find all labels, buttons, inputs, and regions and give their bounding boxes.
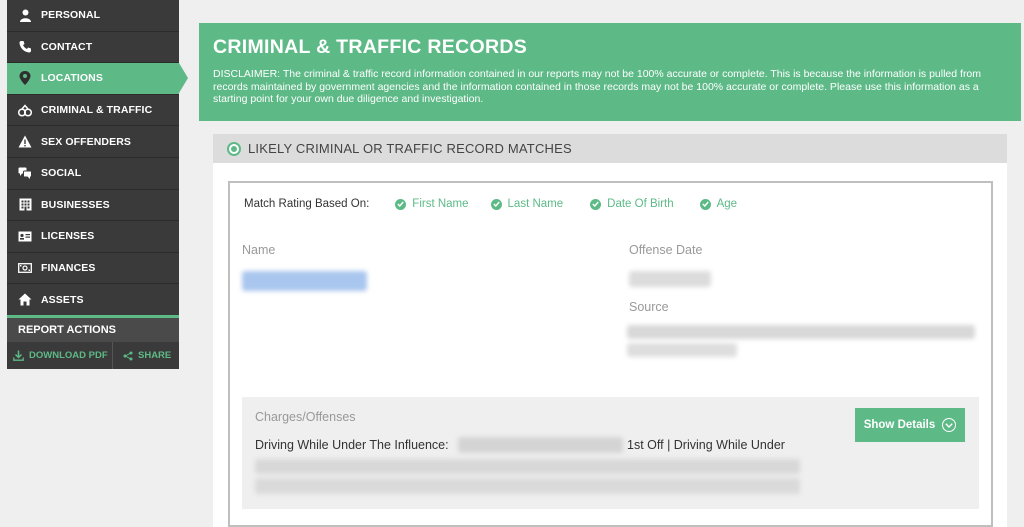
check-icon bbox=[590, 198, 602, 210]
sidebar-item-label: ASSETS bbox=[41, 293, 84, 306]
sidebar: PERSONAL CONTACT LOCATIONS CRIMINAL & TR… bbox=[7, 0, 188, 369]
sidebar-item-personal[interactable]: PERSONAL bbox=[7, 0, 179, 32]
charges-text: Driving While Under The Influence: bbox=[255, 438, 449, 452]
sidebar-item-label: SOCIAL bbox=[41, 167, 82, 180]
sidebar-item-label: SEX OFFENDERS bbox=[41, 135, 131, 148]
charges-label: Charges/Offenses bbox=[255, 410, 356, 424]
criteria-age: Age bbox=[699, 198, 738, 210]
sidebar-item-sex-offenders[interactable]: SEX OFFENDERS bbox=[7, 126, 179, 158]
share-label: SHARE bbox=[138, 350, 172, 361]
sidebar-item-businesses[interactable]: BUSINESSES bbox=[7, 190, 179, 222]
page-title: CRIMINAL & TRAFFIC RECORDS bbox=[213, 36, 528, 58]
offense-date-label: Offense Date bbox=[629, 243, 703, 257]
warning-icon bbox=[18, 135, 32, 149]
match-rating-label: Match Rating Based On: bbox=[244, 198, 370, 210]
chevron-down-icon bbox=[942, 418, 957, 432]
download-icon bbox=[13, 350, 24, 361]
sidebar-item-licenses[interactable]: LICENSES bbox=[7, 221, 179, 253]
check-icon bbox=[699, 198, 711, 210]
matches-section-header[interactable]: LIKELY CRIMINAL OR TRAFFIC RECORD MATCHE… bbox=[213, 134, 1007, 163]
sidebar-item-label: CRIMINAL & TRAFFIC bbox=[41, 104, 153, 117]
download-pdf-button[interactable]: DOWNLOAD PDF bbox=[7, 342, 113, 369]
share-button[interactable]: SHARE bbox=[113, 342, 171, 369]
sidebar-item-contact[interactable]: CONTACT bbox=[7, 32, 179, 64]
building-icon bbox=[18, 198, 32, 212]
sidebar-item-social[interactable]: SOCIAL bbox=[7, 158, 179, 190]
source-value-redacted-2 bbox=[627, 343, 737, 357]
sidebar-item-finances[interactable]: FINANCES bbox=[7, 253, 179, 285]
download-pdf-label: DOWNLOAD PDF bbox=[29, 350, 108, 361]
id-card-icon bbox=[18, 229, 32, 243]
record-card: Match Rating Based On: First Name Last N… bbox=[228, 181, 993, 527]
share-icon bbox=[123, 351, 133, 360]
disclaimer-text: DISCLAIMER: The criminal & traffic recor… bbox=[213, 68, 982, 105]
criteria-first-name: First Name bbox=[395, 198, 469, 210]
check-icon bbox=[395, 198, 407, 210]
criteria-last-name: Last Name bbox=[490, 198, 564, 210]
chat-bubbles-icon bbox=[18, 166, 32, 180]
money-icon bbox=[18, 261, 32, 275]
source-label: Source bbox=[629, 300, 669, 314]
charges-redacted-3 bbox=[255, 478, 800, 494]
radio-selected-icon bbox=[227, 141, 241, 156]
sidebar-item-label: LOCATIONS bbox=[41, 72, 103, 85]
name-label: Name bbox=[242, 243, 276, 257]
report-actions: REPORT ACTIONS DOWNLOAD PDF SHARE bbox=[7, 315, 179, 369]
match-rating-row: Match Rating Based On: First Name Last N… bbox=[244, 198, 737, 210]
criteria-label: Date Of Birth bbox=[607, 198, 674, 210]
sidebar-item-label: CONTACT bbox=[41, 40, 93, 53]
sidebar-item-locations[interactable]: LOCATIONS bbox=[7, 62, 188, 95]
sidebar-item-label: LICENSES bbox=[41, 230, 95, 243]
offense-date-value-redacted bbox=[629, 271, 711, 287]
sidebar-item-label: FINANCES bbox=[41, 262, 96, 275]
map-pin-icon bbox=[18, 71, 32, 86]
phone-icon bbox=[18, 40, 32, 54]
person-icon bbox=[18, 8, 32, 22]
matches-title: LIKELY CRIMINAL OR TRAFFIC RECORD MATCHE… bbox=[248, 141, 572, 156]
charges-section: Charges/Offenses Driving While Under The… bbox=[242, 397, 979, 509]
sidebar-item-criminal-traffic[interactable]: CRIMINAL & TRAFFIC bbox=[7, 95, 179, 127]
show-details-label: Show Details bbox=[863, 419, 936, 431]
charges-redacted-2 bbox=[255, 459, 800, 474]
handcuffs-icon bbox=[18, 103, 32, 117]
house-icon bbox=[18, 293, 32, 307]
sidebar-item-label: BUSINESSES bbox=[41, 198, 110, 211]
criteria-label: First Name bbox=[412, 198, 469, 210]
sidebar-item-label: PERSONAL bbox=[41, 9, 101, 22]
criteria-date-of-birth: Date Of Birth bbox=[590, 198, 674, 210]
source-value-redacted bbox=[627, 325, 975, 339]
show-details-button[interactable]: Show Details bbox=[855, 408, 965, 442]
report-actions-title: REPORT ACTIONS bbox=[18, 324, 116, 336]
criteria-label: Age bbox=[716, 198, 738, 210]
charges-text-continued: 1st Off | Driving While Under bbox=[627, 438, 785, 452]
charges-redacted bbox=[458, 437, 623, 453]
criteria-label: Last Name bbox=[507, 198, 564, 210]
sidebar-item-assets[interactable]: ASSETS bbox=[7, 284, 179, 316]
name-value-redacted bbox=[242, 271, 367, 291]
section-header: CRIMINAL & TRAFFIC RECORDS DISCLAIMER: T… bbox=[199, 23, 1021, 121]
check-icon bbox=[490, 198, 502, 210]
